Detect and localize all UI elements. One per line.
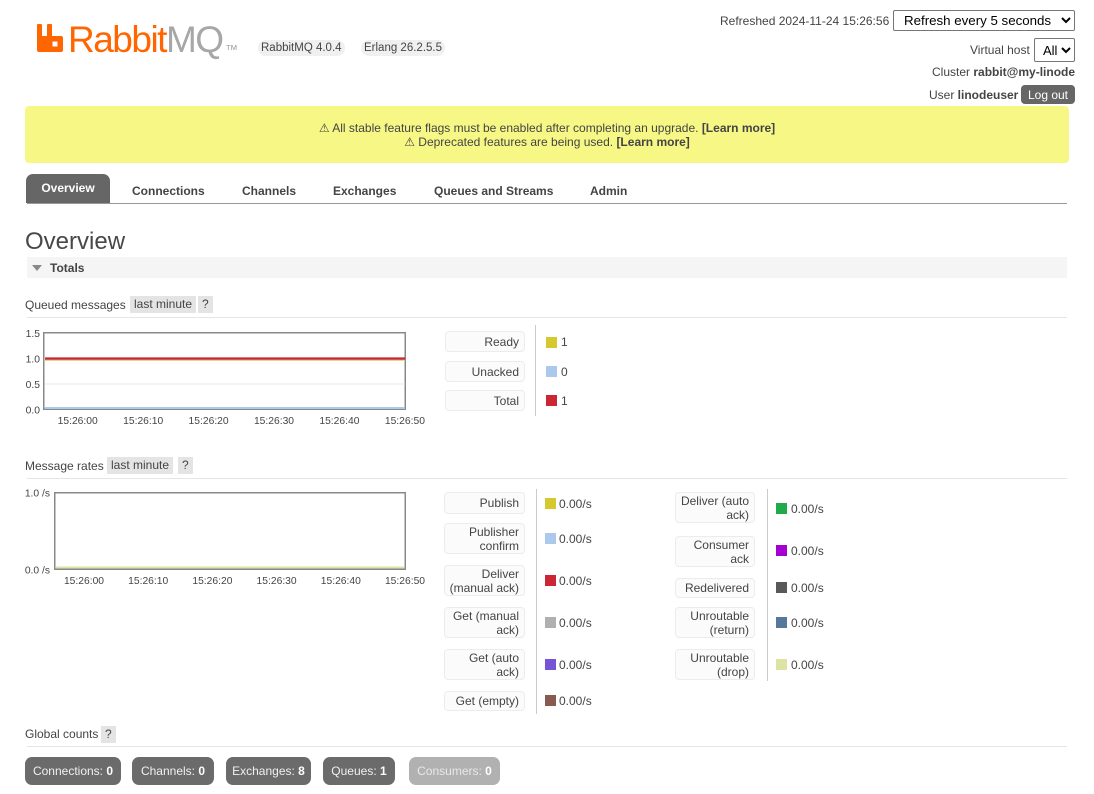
svg-text:0.0 /s: 0.0 /s	[25, 566, 50, 577]
svg-text:1.5: 1.5	[26, 329, 41, 340]
svg-text:15:26:40: 15:26:40	[319, 416, 359, 427]
svg-text:0.0: 0.0	[26, 406, 41, 417]
svg-text:15:26:20: 15:26:20	[192, 576, 232, 587]
svg-text:1.0 /s: 1.0 /s	[25, 488, 50, 499]
svg-text:15:26:20: 15:26:20	[189, 416, 229, 427]
svg-text:15:26:30: 15:26:30	[254, 416, 294, 427]
svg-text:15:26:10: 15:26:10	[123, 416, 163, 427]
svg-text:15:26:50: 15:26:50	[385, 576, 425, 587]
svg-text:1.0: 1.0	[26, 355, 41, 366]
svg-text:15:26:40: 15:26:40	[321, 576, 361, 587]
svg-text:15:26:00: 15:26:00	[64, 576, 104, 587]
svg-text:15:26:30: 15:26:30	[257, 576, 297, 587]
svg-text:15:26:00: 15:26:00	[58, 416, 98, 427]
svg-text:15:26:10: 15:26:10	[128, 576, 168, 587]
svg-text:15:26:50: 15:26:50	[385, 416, 425, 427]
svg-text:0.5: 0.5	[26, 380, 41, 391]
